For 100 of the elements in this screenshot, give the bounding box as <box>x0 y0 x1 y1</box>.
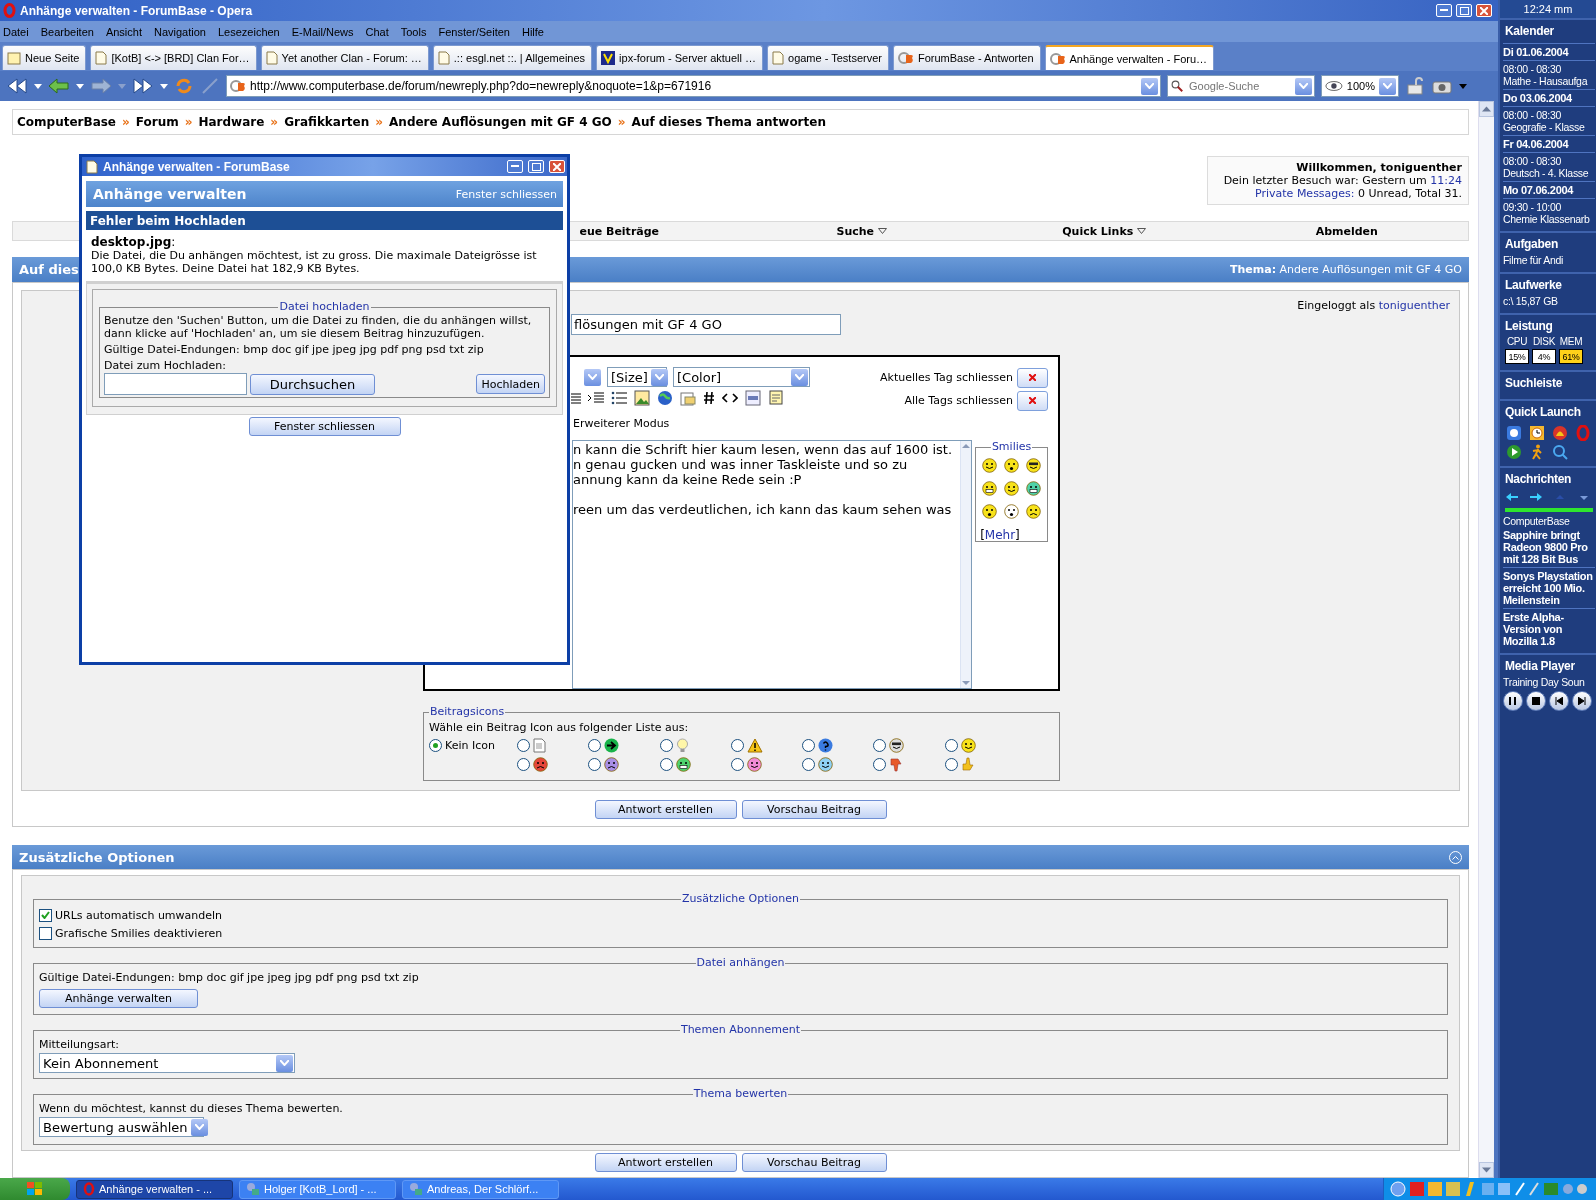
radio-button[interactable] <box>873 758 887 771</box>
panel-title[interactable]: Nachrichten <box>1503 471 1595 489</box>
radio-button[interactable] <box>802 758 816 771</box>
play-icon[interactable] <box>1506 444 1522 460</box>
fire-icon[interactable] <box>1552 425 1568 441</box>
menu-item[interactable]: Bearbeiten <box>40 25 94 38</box>
tab[interactable]: Yet another Clan - Forum: … <box>260 45 429 70</box>
panel-title[interactable]: Quick Launch <box>1503 404 1595 422</box>
search-field[interactable]: Google-Suche <box>1167 75 1315 97</box>
menu-item[interactable]: E-Mail/News <box>291 25 354 38</box>
zoom-field[interactable]: 100% <box>1321 75 1399 97</box>
radio-button[interactable] <box>517 739 530 752</box>
preview-button[interactable]: Vorschau Beitrag <box>741 800 887 819</box>
menu-item[interactable]: Datei <box>3 25 29 38</box>
subscription-select[interactable]: Kein Abonnement <box>39 1053 295 1073</box>
stop-button[interactable] <box>1526 691 1546 711</box>
dropdown-button[interactable] <box>1141 77 1158 95</box>
taskbar-button[interactable]: Anhänge verwalten - ... <box>76 1179 233 1199</box>
arrow-right-icon[interactable] <box>1530 492 1542 502</box>
tab[interactable]: ipx-forum - Server aktuell … <box>596 45 763 70</box>
close-window-button[interactable]: Fenster schliessen <box>248 417 401 436</box>
radio-button[interactable] <box>944 758 958 771</box>
user-link[interactable]: toniguenther <box>1378 299 1450 312</box>
panel-title[interactable]: Media Player <box>1503 658 1595 676</box>
maximize-button[interactable] <box>528 160 544 173</box>
close-button[interactable] <box>549 160 565 173</box>
nav-link[interactable]: eue Beiträge <box>579 224 660 238</box>
dropdown-button[interactable] <box>1379 77 1396 95</box>
taskbar-button[interactable]: Holger [KotB_Lord] - ... <box>239 1179 396 1199</box>
clock-icon[interactable] <box>1529 425 1545 441</box>
sidebar-item[interactable]: Filme für Andi <box>1503 254 1595 266</box>
arrow-left-icon[interactable] <box>1506 492 1518 502</box>
radio-button[interactable] <box>659 739 673 752</box>
calendar-entry[interactable]: Deutsch - 4. Klasse <box>1503 167 1595 179</box>
format-select[interactable]: [Color] <box>673 367 810 387</box>
panel-title[interactable]: Suchleiste <box>1503 375 1595 393</box>
radio-button[interactable] <box>588 758 602 771</box>
panel-title[interactable]: Kalender <box>1503 23 1595 41</box>
calendar-entry[interactable]: Chemie Klassenarb <box>1503 213 1595 225</box>
calendar-entry[interactable]: Geografie - Klasse <box>1503 121 1595 133</box>
breadcrumb-link[interactable]: Hardware <box>198 115 265 129</box>
menu-item[interactable]: Lesezeichen <box>217 25 280 38</box>
message-field[interactable]: n kann die Schrift hier kaum lesen, wenn das auf 1600 ist. n genau gucken und was inner Taskleiste und so zu annung kann da keine Rede sein :P reen um das verdeutlichen, ich kann das kaum sehen was <box>572 440 973 689</box>
close-tag-button[interactable] <box>1017 367 1048 388</box>
file-field[interactable] <box>104 373 247 395</box>
menu-item[interactable]: Tools <box>400 25 427 38</box>
radio-button[interactable] <box>517 758 530 771</box>
tab[interactable]: Anhänge verwalten - Foru… <box>1044 45 1215 70</box>
pause-button[interactable] <box>1503 691 1523 711</box>
subject-field[interactable]: flösungen mit GF 4 GO <box>571 314 841 335</box>
news-headline[interactable]: Sapphire bringt Radeon 9800 Pro mit 128 Bit Bus <box>1503 527 1595 565</box>
tab[interactable]: .:: esgl.net ::. | Allgemeines <box>432 45 593 70</box>
breadcrumb-link[interactable]: ComputerBase <box>17 115 116 129</box>
breadcrumb-link[interactable]: Forum <box>135 115 179 129</box>
dropdown-button[interactable] <box>650 368 668 386</box>
sidebar-item[interactable]: c:\ 15,87 GB <box>1503 295 1595 307</box>
dropdown-button[interactable] <box>276 1054 293 1072</box>
radio-button[interactable] <box>659 758 673 771</box>
panel-title[interactable]: Aufgaben <box>1503 236 1595 254</box>
radio-button[interactable] <box>730 739 744 752</box>
back-icon[interactable] <box>48 77 70 95</box>
next-button[interactable] <box>1572 691 1592 711</box>
search-icon[interactable] <box>1552 444 1568 460</box>
breadcrumb-link[interactable]: Andere Auflösungen mit GF 4 GO <box>389 115 612 129</box>
tab[interactable]: ForumBase - Antworten <box>892 45 1041 70</box>
menu-item[interactable]: Ansicht <box>105 25 142 38</box>
radio-button[interactable] <box>873 739 887 752</box>
browse-button[interactable]: Durchsuchen <box>250 373 375 395</box>
lock-icon[interactable] <box>1405 77 1425 95</box>
tab[interactable]: [KotB] <-> [BRD] Clan For… <box>90 45 257 70</box>
format-select[interactable]: [Size] <box>607 367 667 387</box>
radio-button[interactable] <box>730 758 744 771</box>
fast-forward-icon[interactable] <box>132 77 154 95</box>
close-all-tags-button[interactable] <box>1017 390 1048 411</box>
nav-link[interactable]: Quick Links <box>1062 224 1147 238</box>
minimize-button[interactable] <box>507 160 523 173</box>
checkbox[interactable] <box>39 926 52 940</box>
submit-button[interactable]: Antwort erstellen <box>594 800 737 819</box>
submit-button[interactable]: Antwort erstellen <box>594 1153 737 1172</box>
nav-link[interactable]: Suche <box>836 224 888 238</box>
news-headline[interactable]: Sonys Playstation erreicht 100 Mio. Meilenstein <box>1503 567 1595 606</box>
browser-icon[interactable] <box>1506 425 1522 441</box>
start-button[interactable] <box>0 1178 70 1200</box>
dropdown-button[interactable] <box>791 368 808 386</box>
close-button[interactable] <box>1476 4 1492 17</box>
previous-button[interactable] <box>1549 691 1569 711</box>
menu-item[interactable]: Chat <box>365 25 389 38</box>
radio-button[interactable] <box>588 739 602 752</box>
radio-button[interactable] <box>944 739 958 752</box>
menu-item[interactable]: Navigation <box>154 25 206 38</box>
tab[interactable]: ogame - Testserver <box>767 45 889 70</box>
taskbar-button[interactable]: Andreas, Der Schlörf... <box>402 1179 559 1199</box>
tab[interactable]: Neue Seite <box>2 45 87 70</box>
panel-title[interactable]: Leistung <box>1503 318 1595 336</box>
more-smilies-link[interactable]: Mehr <box>984 528 1016 542</box>
dropdown-button[interactable] <box>190 1118 208 1136</box>
restore-button[interactable] <box>1456 4 1472 17</box>
breadcrumb-link[interactable]: Grafikkarten <box>284 115 370 129</box>
panel-title[interactable]: Laufwerke <box>1503 277 1595 295</box>
menu-item[interactable]: Hilfe <box>521 25 544 38</box>
